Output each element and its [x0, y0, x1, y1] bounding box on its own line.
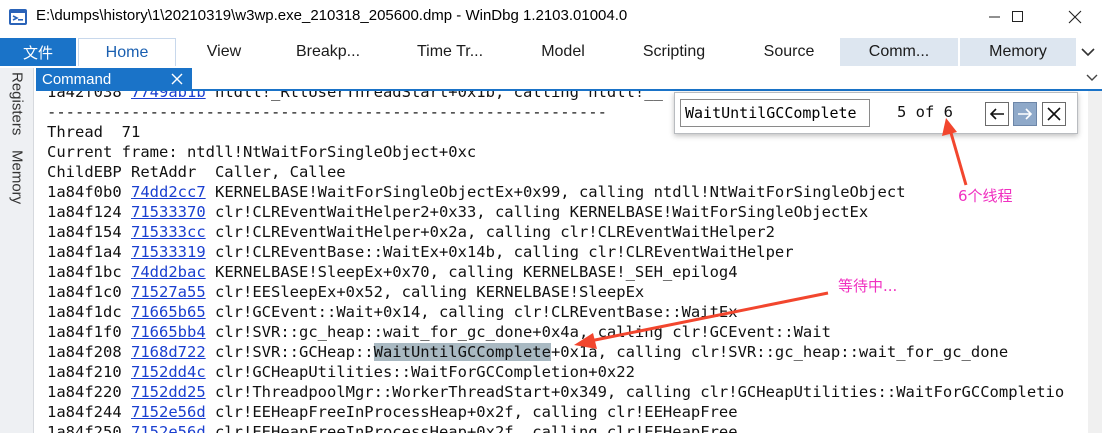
stack-frame-line: 1a84f220 7152dd25 clr!ThreadpoolMgr::Wor… — [47, 383, 1065, 401]
command-output[interactable]: 1a42f038 7749ab1b ntdll!_RtlUserThreadSt… — [36, 91, 1088, 433]
side-tab-memory[interactable]: Memory — [4, 150, 30, 212]
close-icon — [1047, 107, 1061, 121]
retaddr-link[interactable]: 7152dd25 — [131, 383, 206, 401]
retaddr-link[interactable]: 71665bb4 — [131, 323, 206, 341]
file-tab[interactable]: 文件 — [0, 38, 76, 66]
retaddr-link[interactable]: 74dd2bac — [131, 263, 206, 281]
output-line: ChildEBP RetAddr Caller, Callee — [47, 163, 346, 181]
windbg-app-icon — [9, 9, 27, 25]
output-line: 1a42f038 7749ab1b ntdll!_RtlUserThreadSt… — [47, 91, 663, 102]
stack-frame-line: 1a84f0b0 74dd2cc7 KERNELBASE!WaitForSing… — [47, 183, 906, 201]
find-match-count: 5 of 6 — [897, 103, 953, 121]
stack-frame-line: 1a84f1bc 74dd2bac KERNELBASE!SleepEx+0x7… — [47, 263, 738, 281]
find-next-button[interactable] — [1013, 102, 1037, 126]
stack-frame-line: 1a84f1a4 71533319 clr!CLREventBase::Wait… — [47, 243, 794, 261]
output-line: Thread 71 — [47, 123, 141, 141]
side-panel: Registers Memory — [0, 68, 34, 433]
stack-frame-line: 1a84f1c0 71527a55 clr!EESleepEx+0x52, ca… — [47, 283, 645, 301]
output-line: Current frame: ntdll!NtWaitForSingleObje… — [47, 143, 477, 161]
retaddr-link[interactable]: 7749ab1b — [131, 91, 206, 101]
retaddr-link[interactable]: 71665b65 — [131, 303, 206, 321]
retaddr-link[interactable]: 7152e56d — [131, 423, 206, 433]
find-close-button[interactable] — [1042, 102, 1066, 126]
tab-time-travel[interactable]: Time Tr... — [384, 38, 516, 66]
window-title: E:\dumps\history\1\20210319\w3wp.exe_210… — [36, 7, 628, 24]
tab-command[interactable]: Comm... — [840, 38, 958, 66]
tab-breakpoints[interactable]: Breakp... — [272, 38, 384, 66]
retaddr-link[interactable]: 715333cc — [131, 223, 206, 241]
retaddr-link[interactable]: 71533319 — [131, 243, 206, 261]
retaddr-link[interactable]: 7152e56d — [131, 403, 206, 421]
stack-frame-line: 1a84f1f0 71665bb4 clr!SVR::gc_heap::wait… — [47, 323, 831, 341]
vertical-scrollbar[interactable] — [1088, 91, 1102, 433]
tab-source[interactable]: Source — [738, 38, 840, 66]
arrow-right-icon — [1018, 108, 1033, 120]
stack-frame-line: 1a84f1dc 71665b65 clr!GCEvent::Wait+0x14… — [47, 303, 738, 321]
retaddr-link[interactable]: 71527a55 — [131, 283, 206, 301]
chevron-down-icon[interactable] — [1080, 44, 1096, 60]
find-previous-button[interactable] — [985, 102, 1009, 126]
annotation-thread-count: 6个线程 — [958, 187, 1013, 205]
retaddr-link[interactable]: 7168d722 — [131, 343, 206, 361]
find-input[interactable] — [680, 99, 870, 127]
stack-frame-line: 1a84f208 7168d722 clr!SVR::GCHeap::WaitU… — [47, 343, 1009, 361]
tab-view[interactable]: View — [176, 38, 272, 66]
stack-frame-line: 1a84f154 715333cc clr!CLREventWaitHelper… — [47, 223, 775, 241]
close-icon[interactable] — [170, 72, 184, 86]
close-icon — [1068, 10, 1082, 24]
arrow-left-icon — [989, 108, 1004, 120]
maximize-icon — [1012, 11, 1023, 22]
command-window-tab[interactable]: Command — [36, 68, 192, 90]
command-tab-label: Command — [42, 70, 112, 88]
tab-home[interactable]: Home — [78, 38, 176, 66]
side-tab-registers[interactable]: Registers — [4, 72, 30, 142]
output-line: ----------------------------------------… — [47, 103, 607, 121]
stack-frame-line: 1a84f124 71533370 clr!CLREventWaitHelper… — [47, 203, 869, 221]
close-window-button[interactable] — [1052, 0, 1098, 34]
maximize-button[interactable] — [995, 0, 1041, 34]
tab-list-down-icon[interactable] — [1086, 72, 1098, 84]
stack-frame-line: 1a84f210 7152dd4c clr!GCHeapUtilities::W… — [47, 363, 635, 381]
stack-frame-line: 1a84f250 7152e56d clr!EEHeapFreeInProces… — [47, 422, 738, 433]
search-match-highlight: WaitUntilGCComplete — [373, 343, 551, 361]
tab-model[interactable]: Model — [516, 38, 610, 66]
stack-frame-line: 1a84f244 7152e56d clr!EEHeapFreeInProces… — [47, 403, 738, 421]
find-bar: 5 of 6 — [674, 92, 1078, 134]
retaddr-link[interactable]: 71533370 — [131, 203, 206, 221]
tab-memory[interactable]: Memory — [960, 38, 1076, 66]
annotation-waiting: 等待中... — [838, 277, 898, 295]
retaddr-link[interactable]: 7152dd4c — [131, 363, 206, 381]
title-bar: E:\dumps\history\1\20210319\w3wp.exe_210… — [0, 0, 1102, 34]
retaddr-link[interactable]: 74dd2cc7 — [131, 183, 206, 201]
tab-scripting[interactable]: Scripting — [610, 38, 738, 66]
ribbon-tab-bar: 文件 Home View Breakp... Time Tr... Model … — [0, 34, 1102, 68]
